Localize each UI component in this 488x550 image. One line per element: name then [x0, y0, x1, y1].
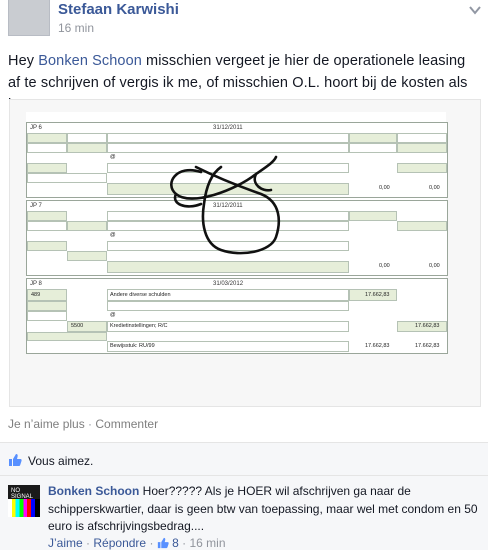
comment-reply-link[interactable]: Répondre — [93, 536, 146, 550]
mention-link[interactable]: Bonken Schoon — [38, 53, 142, 69]
post-header: Stefaan Karwishi 16 min — [0, 0, 488, 40]
post-timestamp[interactable]: 16 min — [58, 21, 94, 35]
thumbs-up-icon — [157, 537, 169, 549]
comment-timestamp[interactable]: 16 min — [190, 536, 226, 550]
comment-actions: J’aime · Répondre · 8 · 16 min — [48, 536, 226, 550]
post-photo[interactable]: JP 6 31/12/2011 @ 0,00 0,00 JP 7 31/12/2… — [9, 99, 481, 407]
author-avatar[interactable] — [8, 0, 50, 36]
dot-separator: · — [149, 536, 154, 550]
chevron-down-icon[interactable] — [468, 4, 482, 16]
comment-like-link[interactable]: J’aime — [48, 536, 83, 550]
post-author-name[interactable]: Stefaan Karwishi — [58, 1, 179, 18]
thumbs-up-icon[interactable] — [8, 453, 22, 467]
comment-link[interactable]: Commenter — [95, 417, 158, 431]
avatar-tag: NO SIGNAL — [11, 488, 34, 500]
action-separator: · — [84, 417, 96, 431]
comment: NO SIGNAL Bonken Schoon Hoer????? Als je… — [0, 476, 488, 550]
commenter-name[interactable]: Bonken Schoon — [48, 484, 139, 498]
likes-bar: Vous aimez. — [0, 443, 488, 475]
color-bars-icon — [8, 499, 40, 517]
unlike-link[interactable]: Je n’aime plus — [8, 417, 85, 431]
dot-separator: · — [86, 536, 91, 550]
spreadsheet-image: JP 6 31/12/2011 @ 0,00 0,00 JP 7 31/12/2… — [26, 112, 448, 354]
comment-body: Bonken Schoon Hoer????? Als je HOER wil … — [48, 483, 480, 536]
scribble-drawing — [170, 155, 281, 255]
likes-summary[interactable]: Vous aimez. — [28, 454, 93, 468]
post-text-start: Hey — [8, 53, 39, 69]
comment-like-count[interactable]: 8 — [172, 536, 179, 550]
dot-separator: · — [182, 536, 187, 550]
post-actions: Je n’aime plus · Commenter — [8, 417, 158, 431]
jp8-footer: Bewijsstuk: RU/99 — [110, 343, 155, 349]
jp8-total-credit: 17.662,83 — [415, 343, 440, 349]
jp8-total-debit: 17.662,83 — [365, 343, 390, 349]
commenter-avatar[interactable]: NO SIGNAL — [8, 485, 40, 517]
